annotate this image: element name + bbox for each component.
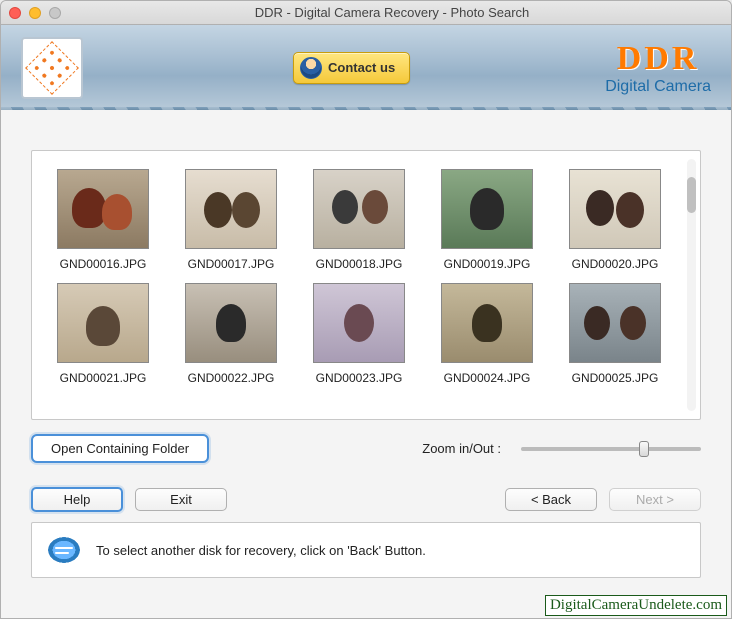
thumbnail-image <box>313 169 405 249</box>
main-window: DDR - Digital Camera Recovery - Photo Se… <box>0 0 732 619</box>
thumbnail-image <box>569 169 661 249</box>
thumbnail-filename: GND00016.JPG <box>60 257 147 271</box>
brand-subtitle: Digital Camera <box>605 78 711 96</box>
contact-avatar-icon <box>300 57 322 79</box>
thumbnail-item[interactable]: GND00025.JPG <box>560 283 670 385</box>
nav-row: Help Exit < Back Next > <box>31 487 701 512</box>
scrollbar-thumb[interactable] <box>687 177 696 213</box>
thumbnail-image <box>441 169 533 249</box>
thumbnail-filename: GND00021.JPG <box>60 371 147 385</box>
help-button[interactable]: Help <box>31 487 123 512</box>
thumbnail-image <box>313 283 405 363</box>
brand-block: DDR Digital Camera <box>605 40 711 96</box>
maximize-window-icon <box>49 7 61 19</box>
controls-row: Open Containing Folder Zoom in/Out : <box>31 434 701 463</box>
watermark-label: DigitalCameraUndelete.com <box>545 595 727 616</box>
thumbnail-item[interactable]: GND00018.JPG <box>304 169 414 271</box>
thumbnail-image <box>185 169 277 249</box>
back-button[interactable]: < Back <box>505 488 597 511</box>
close-window-icon[interactable] <box>9 7 21 19</box>
zoom-slider[interactable] <box>521 447 701 451</box>
thumbnail-filename: GND00017.JPG <box>188 257 275 271</box>
gallery-scrollbar[interactable] <box>687 159 696 411</box>
thumbnail-filename: GND00023.JPG <box>316 371 403 385</box>
thumbnail-image <box>569 283 661 363</box>
header-banner: Contact us DDR Digital Camera <box>1 25 731 110</box>
thumbnail-item[interactable]: GND00017.JPG <box>176 169 286 271</box>
minimize-window-icon[interactable] <box>29 7 41 19</box>
thumbnail-grid: GND00016.JPG GND00017.JPG GND00018.JPG G… <box>48 169 684 385</box>
thumbnail-image <box>185 283 277 363</box>
exit-button[interactable]: Exit <box>135 488 227 511</box>
thumbnail-filename: GND00024.JPG <box>444 371 531 385</box>
thumbnail-item[interactable]: GND00019.JPG <box>432 169 542 271</box>
window-controls <box>9 7 61 19</box>
info-icon <box>48 537 80 563</box>
thumbnail-filename: GND00020.JPG <box>572 257 659 271</box>
app-logo-icon <box>25 41 79 95</box>
thumbnail-image <box>57 283 149 363</box>
app-logo <box>21 37 83 99</box>
thumbnail-item[interactable]: GND00020.JPG <box>560 169 670 271</box>
thumbnail-item[interactable]: GND00022.JPG <box>176 283 286 385</box>
thumbnail-filename: GND00019.JPG <box>444 257 531 271</box>
gallery-panel: GND00016.JPG GND00017.JPG GND00018.JPG G… <box>31 150 701 420</box>
hint-panel: To select another disk for recovery, cli… <box>31 522 701 578</box>
thumbnail-image <box>441 283 533 363</box>
titlebar: DDR - Digital Camera Recovery - Photo Se… <box>1 1 731 25</box>
content-area: GND00016.JPG GND00017.JPG GND00018.JPG G… <box>1 110 731 618</box>
thumbnail-filename: GND00022.JPG <box>188 371 275 385</box>
thumbnail-filename: GND00025.JPG <box>572 371 659 385</box>
zoom-slider-thumb[interactable] <box>639 441 649 457</box>
thumbnail-image <box>57 169 149 249</box>
hint-text: To select another disk for recovery, cli… <box>96 543 426 558</box>
thumbnail-item[interactable]: GND00024.JPG <box>432 283 542 385</box>
thumbnail-filename: GND00018.JPG <box>316 257 403 271</box>
window-title: DDR - Digital Camera Recovery - Photo Se… <box>61 5 723 20</box>
contact-us-label: Contact us <box>328 60 395 75</box>
brand-title: DDR <box>605 40 711 78</box>
contact-us-button[interactable]: Contact us <box>293 52 410 84</box>
open-containing-folder-button[interactable]: Open Containing Folder <box>31 434 209 463</box>
thumbnail-item[interactable]: GND00021.JPG <box>48 283 158 385</box>
zoom-label: Zoom in/Out : <box>422 441 501 456</box>
thumbnail-item[interactable]: GND00023.JPG <box>304 283 414 385</box>
next-button: Next > <box>609 488 701 511</box>
thumbnail-item[interactable]: GND00016.JPG <box>48 169 158 271</box>
